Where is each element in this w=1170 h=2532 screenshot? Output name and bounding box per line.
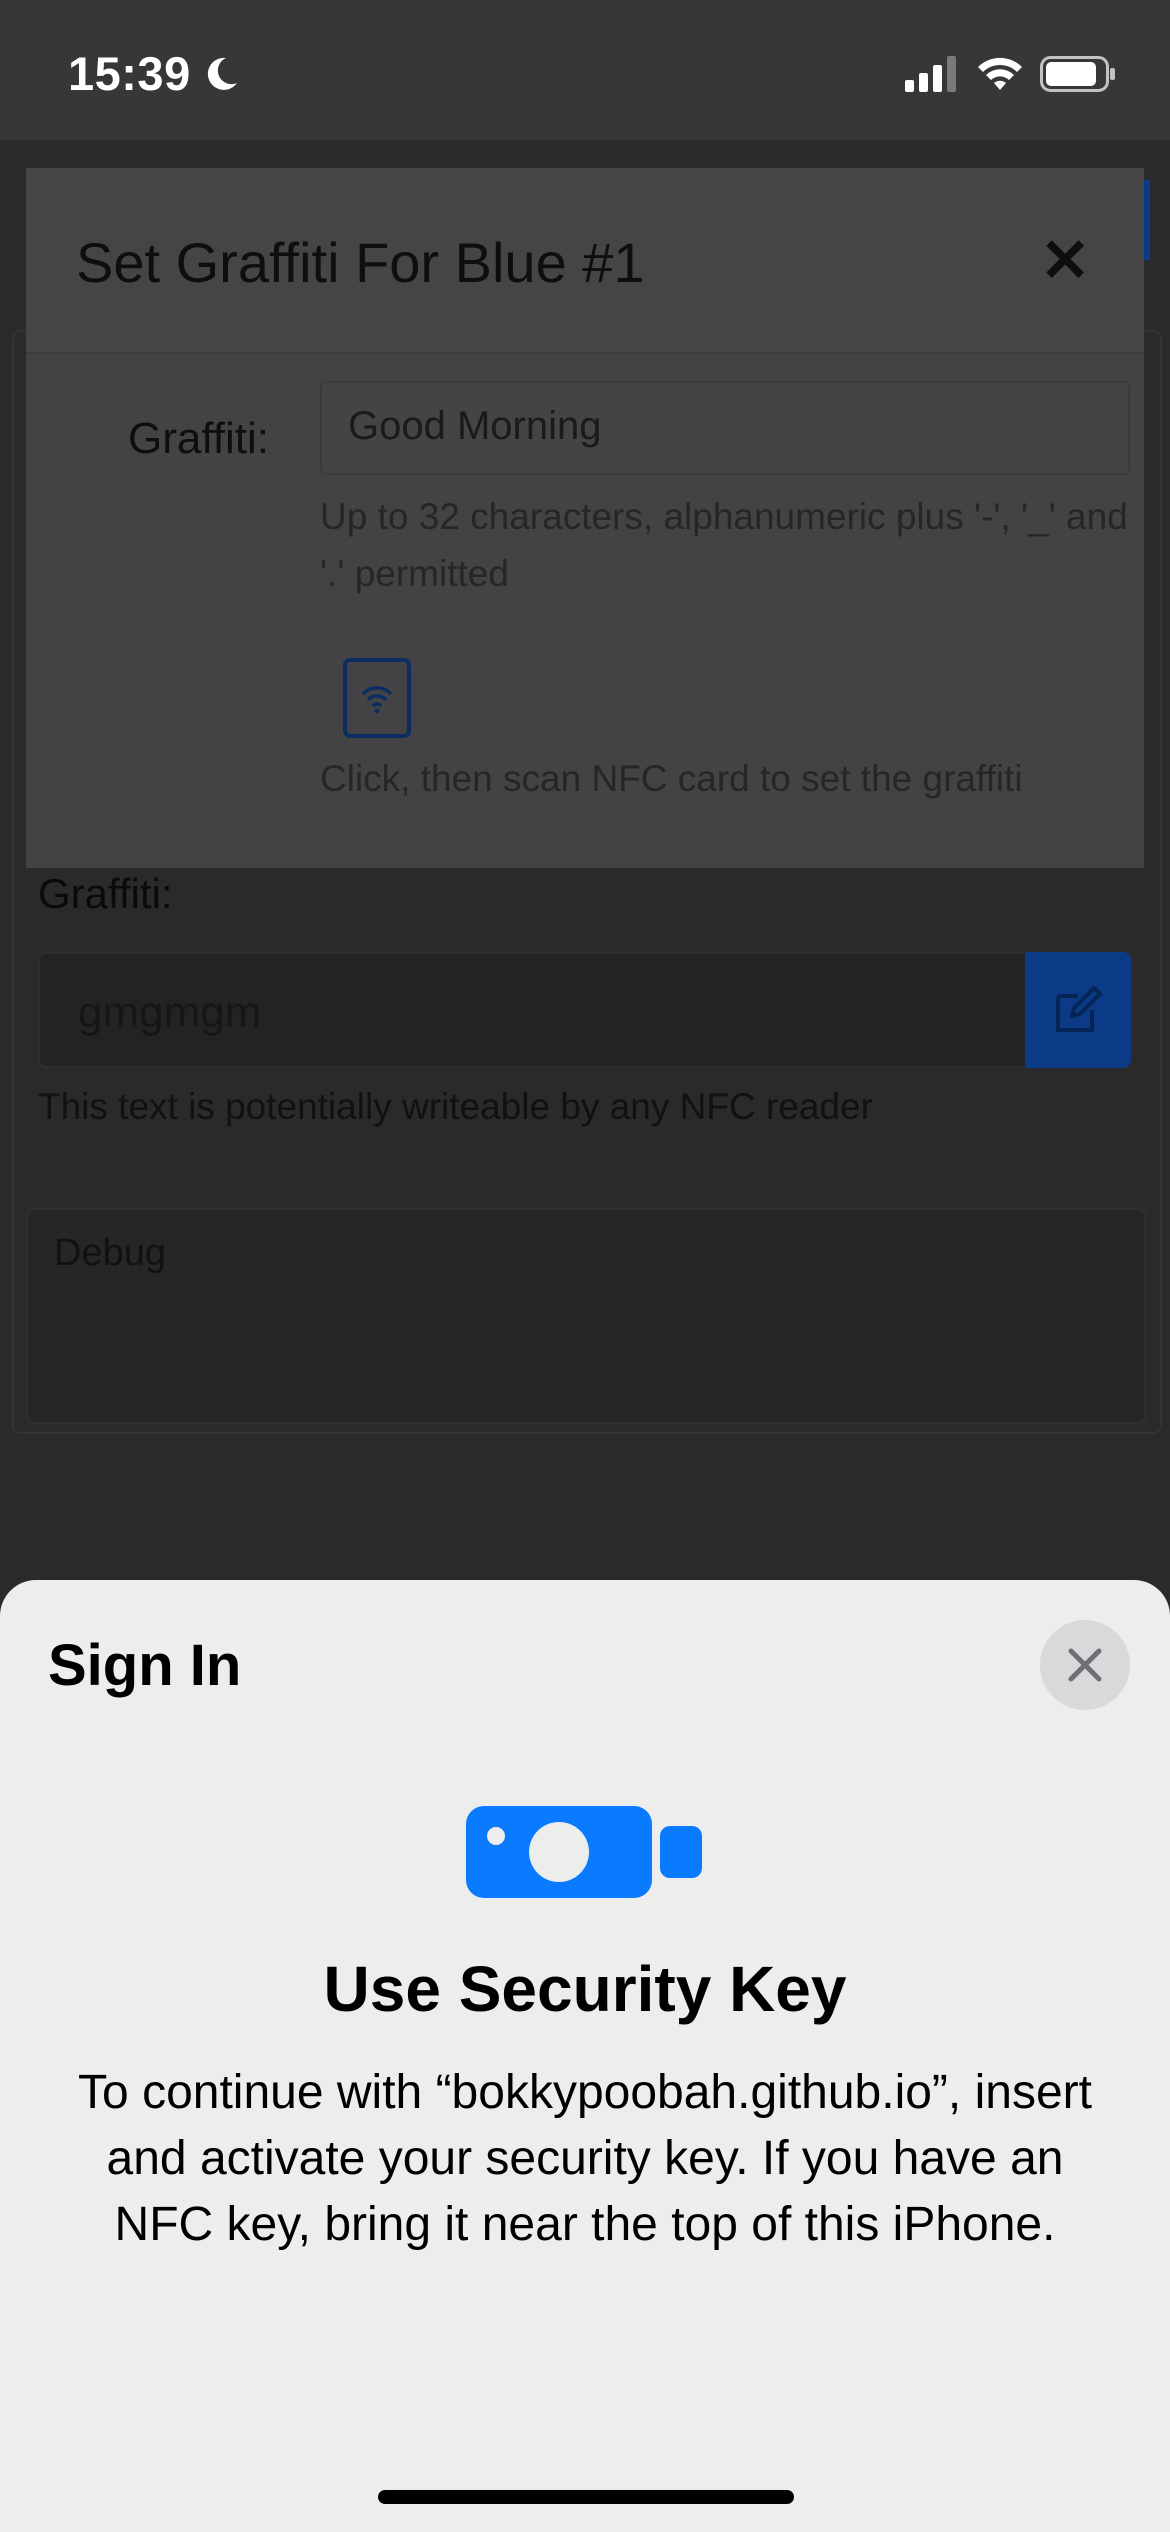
set-graffiti-modal: Set Graffiti For Blue #1 ✕ Graffiti: Goo… — [26, 168, 1144, 868]
modal-graffiti-label: Graffiti: — [128, 414, 270, 463]
edit-graffiti-button — [1025, 952, 1131, 1068]
modal-close-icon: ✕ — [1040, 227, 1091, 294]
debug-panel — [26, 1208, 1146, 1424]
nfc-scan-button — [343, 658, 411, 738]
edit-icon — [1056, 985, 1103, 1032]
graffiti-display-value: gmgmgm — [78, 988, 262, 1037]
status-bar: 15:39 — [0, 0, 1170, 140]
moon-icon — [207, 57, 237, 90]
security-key-description: To continue with “bokkypoobah.github.io”… — [78, 2066, 1092, 2251]
graffiti-label: Graffiti: — [38, 870, 173, 917]
nfc-instruction-text: Click, then scan NFC card to set the gra… — [320, 758, 1023, 799]
modal-header: Set Graffiti For Blue #1 ✕ — [26, 168, 1144, 354]
debug-label: Debug — [54, 1232, 166, 1274]
security-key-icon — [466, 1806, 702, 1898]
nfc-hint-text: This text is potentially writeable by an… — [38, 1086, 873, 1127]
status-time: 15:39 — [68, 47, 191, 100]
modal-title: Set Graffiti For Blue #1 — [76, 231, 645, 294]
graffiti-help-text: Up to 32 characters, alphanumeric plus '… — [320, 496, 1128, 594]
close-icon — [1068, 1648, 1102, 1682]
graffiti-input-value: Good Morning — [348, 404, 602, 448]
battery-icon — [1040, 56, 1115, 92]
sheet-title: Sign In — [48, 1633, 242, 1698]
sheet-close-button[interactable] — [1040, 1620, 1130, 1710]
wifi-icon — [978, 57, 1022, 90]
sign-in-sheet: Sign In Use Security Key To continue wit… — [0, 1580, 1170, 2532]
nfc-icon — [361, 686, 393, 714]
cellular-signal-icon — [905, 56, 956, 92]
home-indicator[interactable] — [378, 2490, 794, 2504]
security-key-heading: Use Security Key — [323, 1953, 847, 2025]
